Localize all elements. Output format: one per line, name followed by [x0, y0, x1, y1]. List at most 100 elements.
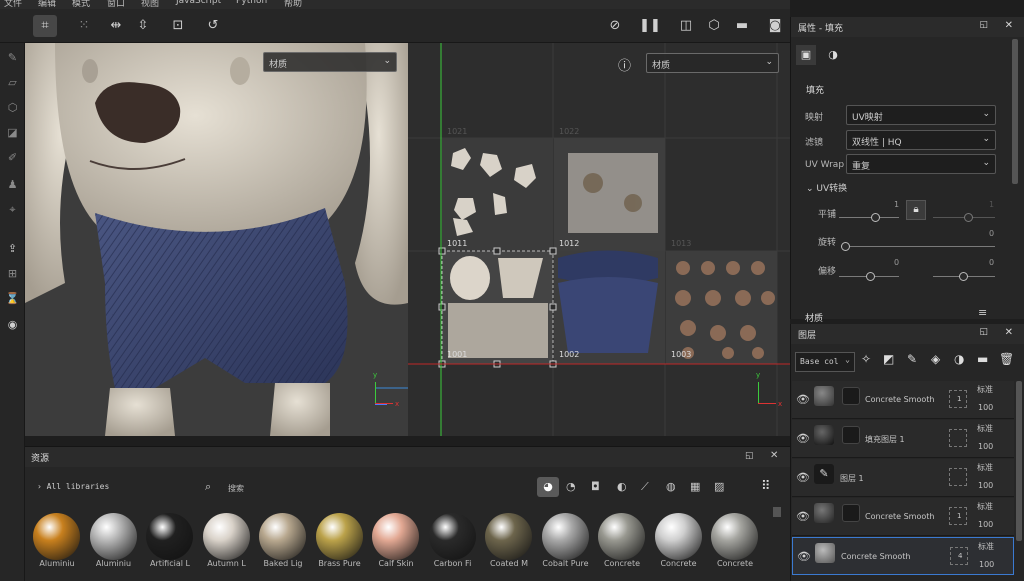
- layer-row[interactable]: 👁︎ ✎ 图层 1 标准 100: [792, 459, 1014, 497]
- camera-video-icon[interactable]: ▬: [730, 15, 754, 37]
- texture-filter-icon[interactable]: ◐: [617, 480, 627, 493]
- add-smart-material-icon[interactable]: ◑: [954, 352, 964, 366]
- slider-handle[interactable]: [964, 213, 973, 222]
- menu-item[interactable]: 模式: [72, 0, 90, 9]
- select-tool-icon[interactable]: ⌗: [33, 15, 57, 37]
- opacity-value[interactable]: 100: [978, 403, 993, 412]
- smudge-icon[interactable]: ✐: [4, 149, 21, 166]
- display-icon[interactable]: ◉: [4, 316, 21, 333]
- fill-settings-tab-icon[interactable]: ▣: [796, 45, 816, 65]
- maximize-icon[interactable]: ◱: [979, 327, 988, 337]
- blend-mode[interactable]: 标准: [977, 462, 993, 473]
- scrollbar[interactable]: [773, 507, 781, 517]
- screenshot-icon[interactable]: ◙: [763, 15, 787, 37]
- material-thumbnail[interactable]: [654, 513, 702, 560]
- scrollbar[interactable]: [1016, 381, 1022, 541]
- opacity-value[interactable]: 100: [978, 481, 993, 490]
- material-thumbnail[interactable]: [202, 513, 250, 560]
- add-effect-icon[interactable]: ✧: [861, 352, 871, 366]
- menu-item[interactable]: JavaScript: [176, 0, 221, 6]
- grid-view-icon[interactable]: ⠿: [761, 479, 771, 494]
- clone-icon[interactable]: ♟: [4, 176, 21, 193]
- cube-icon[interactable]: ⬡: [702, 15, 726, 37]
- shelf-icon[interactable]: ⌛: [4, 290, 21, 307]
- pause-icon[interactable]: ❚❚: [638, 15, 662, 37]
- bake-icon[interactable]: ⇪: [4, 240, 21, 257]
- mirror-horizontal-icon[interactable]: ⇹: [104, 15, 128, 37]
- delete-layer-icon[interactable]: 🗑︎: [999, 352, 1014, 366]
- maximize-icon[interactable]: ◱: [745, 451, 754, 461]
- mask-filter-icon[interactable]: ◘: [591, 480, 600, 493]
- visibility-icon[interactable]: 👁︎: [796, 393, 810, 406]
- menu-item[interactable]: 窗口: [107, 0, 125, 9]
- opacity-value[interactable]: 100: [978, 442, 993, 451]
- slider-handle[interactable]: [871, 213, 880, 222]
- blend-mode[interactable]: 标准: [978, 541, 994, 552]
- layer-row-selected[interactable]: 👁︎ Concrete Smooth 4 标准 100: [792, 537, 1014, 575]
- search-input[interactable]: 搜索: [228, 483, 244, 494]
- library-selector[interactable]: › All libraries: [37, 482, 109, 491]
- close-icon[interactable]: ✕: [1005, 20, 1013, 31]
- add-fill-layer-icon[interactable]: ◈: [931, 352, 940, 366]
- reset-rotation-icon[interactable]: ↺: [201, 15, 225, 37]
- material-thumbnail[interactable]: [89, 513, 137, 560]
- slider-handle[interactable]: [866, 272, 875, 281]
- visibility-icon[interactable]: 👁︎: [796, 510, 810, 523]
- environment-filter-icon[interactable]: ▨: [714, 480, 724, 493]
- add-paint-layer-icon[interactable]: ✎: [907, 352, 917, 366]
- add-mask-icon[interactable]: ◩: [883, 352, 894, 366]
- viewport-2d[interactable]: 1021 1022 1011 1012 1013 1001 1002 1003 …: [408, 43, 790, 436]
- layer-row[interactable]: 👁︎ Concrete Smooth 1 标准 100: [792, 498, 1014, 536]
- mirror-vertical-icon[interactable]: ⇳: [131, 15, 155, 37]
- maximize-icon[interactable]: ◱: [979, 20, 988, 30]
- alpha-filter-icon[interactable]: ◍: [666, 480, 676, 493]
- hide-icon[interactable]: ⊘: [603, 15, 627, 37]
- procedural-filter-icon[interactable]: ▦: [690, 480, 700, 493]
- slider-handle[interactable]: [959, 272, 968, 281]
- visibility-icon[interactable]: 👁︎: [796, 432, 810, 445]
- menu-item[interactable]: 视图: [141, 0, 159, 9]
- material-thumbnail[interactable]: [598, 513, 645, 560]
- viewport-2d-channel-dropdown[interactable]: 材质 ⌄: [646, 53, 779, 73]
- visibility-icon[interactable]: 👁︎: [797, 550, 811, 563]
- slider-handle[interactable]: [841, 242, 850, 251]
- visibility-icon[interactable]: 👁︎: [796, 471, 810, 484]
- blend-mode[interactable]: 标准: [977, 384, 993, 395]
- grid-snap-icon[interactable]: ⁙: [72, 15, 96, 37]
- opacity-value[interactable]: 100: [978, 520, 993, 529]
- blend-mode[interactable]: 标准: [977, 423, 993, 434]
- menu-item[interactable]: Python: [236, 0, 267, 6]
- polyfill-icon[interactable]: ◪: [4, 124, 21, 141]
- blend-mode[interactable]: 标准: [977, 501, 993, 512]
- material-thumbnail[interactable]: [711, 513, 758, 560]
- menu-item[interactable]: 文件: [4, 0, 22, 9]
- lock-icon[interactable]: 🔒︎: [906, 200, 926, 220]
- material-tab-icon[interactable]: ◑: [823, 45, 843, 65]
- rotate-slider[interactable]: [841, 246, 995, 247]
- brush-filter-icon[interactable]: ⟋: [641, 480, 649, 494]
- close-icon[interactable]: ✕: [1005, 327, 1013, 338]
- tile-slider-a[interactable]: [839, 217, 899, 218]
- menu-icon[interactable]: ≡: [978, 306, 987, 319]
- uv-wrap-select[interactable]: 重复 ⌄: [846, 154, 996, 174]
- viewport-3d-channel-dropdown[interactable]: 材质 ⌄: [263, 52, 397, 72]
- material-thumbnail[interactable]: [372, 513, 419, 560]
- add-folder-icon[interactable]: ▬: [977, 352, 988, 366]
- split-view-icon[interactable]: ◫: [674, 15, 698, 37]
- smart-material-filter-icon[interactable]: ◔: [566, 480, 576, 493]
- uv-transform-header[interactable]: ⌄ UV转换: [806, 181, 847, 194]
- opacity-value[interactable]: 100: [979, 560, 994, 569]
- material-thumbnail[interactable]: [541, 513, 589, 560]
- scrollbar[interactable]: [1012, 39, 1018, 184]
- fit-view-icon[interactable]: ⊡: [166, 15, 190, 37]
- eraser-icon[interactable]: ▱: [4, 74, 21, 91]
- material-thumbnail[interactable]: [33, 513, 80, 560]
- material-thumbnail[interactable]: [485, 513, 532, 560]
- menu-item[interactable]: 帮助: [284, 0, 302, 9]
- material-filter-icon[interactable]: ◕: [537, 477, 559, 497]
- viewport-3d[interactable]: 材质 ⌄ y x: [25, 43, 408, 436]
- menu-item[interactable]: 编辑: [38, 0, 56, 9]
- layer-row[interactable]: 👁︎ Concrete Smooth 1 标准 100: [792, 381, 1014, 419]
- material-thumbnail[interactable]: [146, 513, 193, 560]
- material-thumbnail[interactable]: [259, 513, 306, 560]
